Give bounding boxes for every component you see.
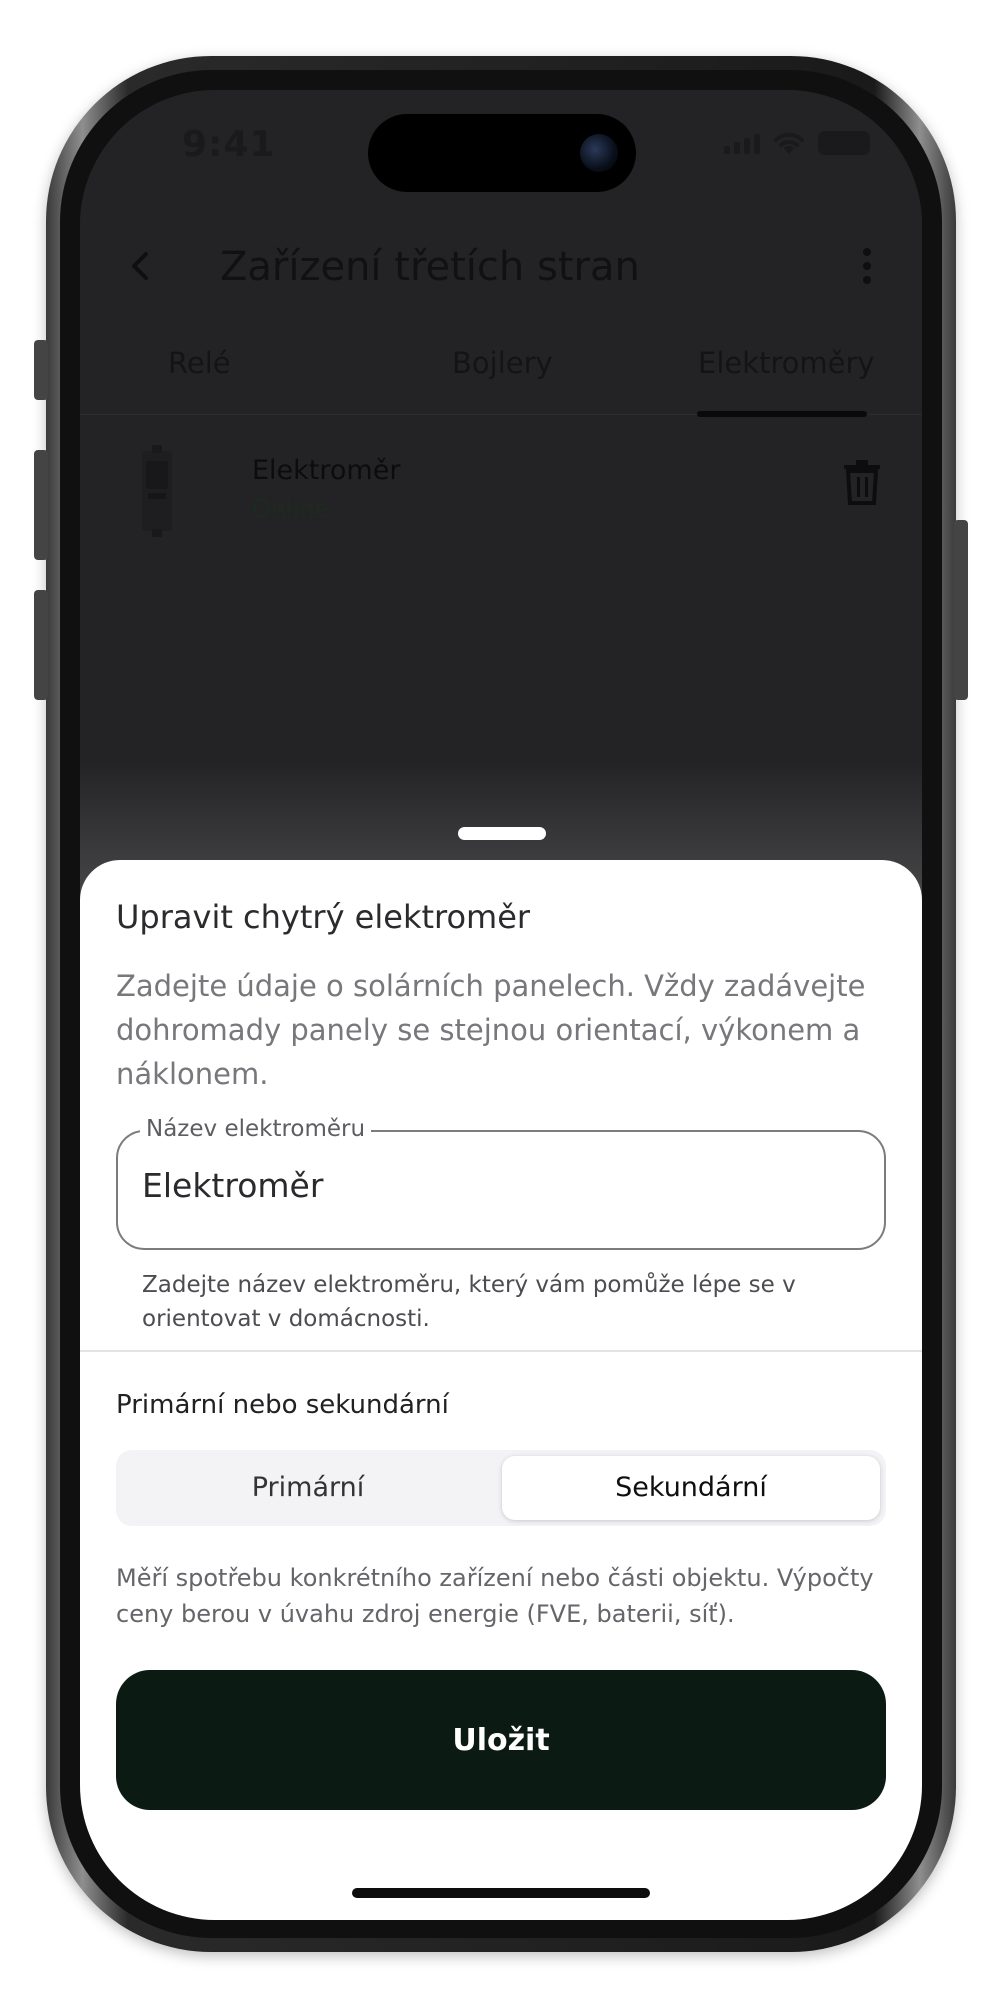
tab-rele[interactable]: Relé xyxy=(168,346,231,380)
divider xyxy=(80,1350,922,1352)
page-title: Zařízení třetích stran xyxy=(220,244,640,290)
meter-type-segmented-control: Primární Sekundární xyxy=(116,1450,886,1526)
status-icons xyxy=(724,130,870,156)
edit-meter-bottom-sheet: Upravit chytrý elektroměr Zadejte údaje … xyxy=(80,860,922,1920)
tab-bojlery[interactable]: Bojlery xyxy=(452,346,553,380)
tab-bar: Relé Bojlery Elektroměry xyxy=(80,330,922,415)
meter-type-label: Primární nebo sekundární xyxy=(116,1390,449,1420)
save-button[interactable]: Uložit xyxy=(116,1670,886,1810)
meter-name-label: Název elektroměru xyxy=(140,1116,372,1142)
power-button xyxy=(954,520,968,700)
dynamic-island xyxy=(368,114,636,192)
volume-down-button xyxy=(34,590,48,700)
device-status: Online xyxy=(252,495,330,523)
tab-elektromery[interactable]: Elektroměry xyxy=(698,346,875,380)
cellular-signal-icon xyxy=(724,132,760,154)
segment-secondary[interactable]: Sekundární xyxy=(502,1456,880,1520)
back-icon[interactable] xyxy=(118,242,166,290)
status-time: 9:41 xyxy=(182,124,276,165)
app-bar: Zařízení třetích stran xyxy=(80,220,922,316)
screen: 9:41 Zařízení třetích stran Relé Bojlery… xyxy=(80,90,922,1920)
volume-up-button xyxy=(34,450,48,560)
battery-icon xyxy=(818,131,870,155)
meter-name-input[interactable] xyxy=(142,1166,842,1205)
more-options-icon[interactable] xyxy=(852,242,882,290)
sheet-description: Zadejte údaje o solárních panelech. Vždy… xyxy=(116,969,866,1091)
sheet-drag-handle[interactable] xyxy=(458,827,546,840)
home-indicator xyxy=(352,1888,650,1898)
meter-name-field[interactable]: Název elektroměru xyxy=(116,1116,886,1250)
wifi-icon xyxy=(774,132,804,154)
active-tab-indicator xyxy=(697,411,867,417)
meter-type-helper: Měří spotřebu konkrétního zařízení nebo … xyxy=(116,1564,874,1628)
meter-name-helper: Zadejte název elektroměru, který vám pom… xyxy=(142,1272,796,1332)
action-button xyxy=(34,340,48,400)
device-name: Elektroměr xyxy=(252,455,401,486)
front-camera-icon xyxy=(580,134,618,172)
trash-icon[interactable] xyxy=(842,459,882,505)
segment-primary[interactable]: Primární xyxy=(122,1456,494,1520)
sheet-title: Upravit chytrý elektroměr xyxy=(116,898,531,936)
electricity-meter-icon xyxy=(142,445,172,537)
device-list-item[interactable]: Elektroměr Online xyxy=(80,425,922,537)
